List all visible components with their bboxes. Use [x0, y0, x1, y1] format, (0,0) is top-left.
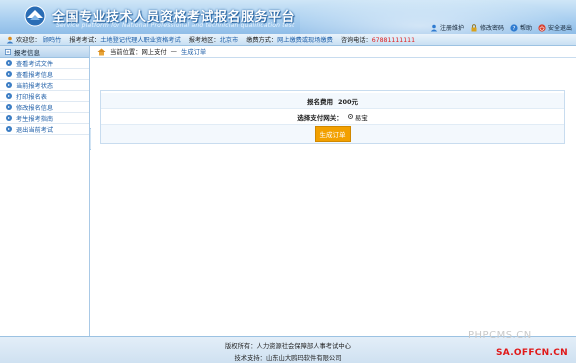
sidebar-item-label: 打印报名表	[16, 93, 47, 101]
sidebar-item-print-form[interactable]: 打印报名表	[0, 91, 89, 102]
sidebar-item-label: 退出当前考试	[16, 126, 54, 134]
fee-label: 报名费用	[306, 97, 333, 106]
breadcrumb-current[interactable]: 生成订单	[181, 47, 206, 56]
fee-mode-value: 网上缴费或现场缴费	[277, 37, 333, 44]
svg-text:?: ?	[513, 26, 516, 32]
register-maintain-label: 注册维护	[439, 25, 464, 32]
header-tools: 注册维护 修改密码 ? 帮助 安全退出	[430, 23, 572, 32]
change-password-link[interactable]: 修改密码	[470, 23, 504, 32]
main-content: 当前位置：网上支付 — 生成订单 报名费用 200元 选择支付网关： 易宝 生成…	[91, 46, 576, 336]
sidebar-item-label: 考生报考指南	[16, 115, 54, 123]
site-subtitle: Service platform for National Profession…	[56, 22, 295, 29]
generate-order-button[interactable]: 生成订单	[314, 126, 351, 142]
logout-link[interactable]: 安全退出	[538, 23, 572, 32]
power-icon	[538, 23, 546, 32]
fee-mode-label: 缴费方式：	[246, 37, 278, 44]
user-edit-icon	[430, 24, 438, 31]
user-icon	[6, 36, 14, 43]
sidebar-item-edit-registration[interactable]: 修改报名信息	[0, 102, 89, 113]
help-link[interactable]: ? 帮助	[510, 23, 532, 32]
gateway-row: 选择支付网关： 易宝	[101, 109, 564, 125]
sidebar-header[interactable]: 报考信息	[0, 46, 89, 58]
fee-value: 200元	[337, 97, 359, 106]
sidebar-item-label: 当前报考状态	[16, 82, 54, 90]
logo-icon	[24, 5, 46, 27]
gateway-radio-yeepay[interactable]: 易宝	[347, 112, 368, 122]
gateway-option-label: 易宝	[354, 113, 368, 122]
arrow-bullet-icon	[6, 60, 12, 66]
help-icon: ?	[510, 23, 518, 32]
arrow-bullet-icon	[6, 104, 12, 110]
sidebar-menu: 查看考试文件 查看报考信息 当前报考状态 打印报名表 修改报名信息 考生报考指南…	[0, 58, 89, 135]
register-maintain-link[interactable]: 注册维护	[430, 23, 464, 32]
region-value: 北京市	[219, 37, 239, 44]
gateway-label: 选择支付网关：	[297, 113, 343, 122]
arrow-bullet-icon	[6, 126, 12, 132]
order-panel: 报名费用 200元 选择支付网关： 易宝 生成订单	[100, 90, 565, 144]
sidebar-item-registration-status[interactable]: 当前报考状态	[0, 80, 89, 91]
sidebar-item-label: 修改报名信息	[16, 104, 54, 112]
arrow-bullet-icon	[6, 82, 12, 88]
phone-label: 咨询电话：	[340, 37, 372, 44]
exam-label: 报考考试：	[69, 37, 101, 44]
change-password-label: 修改密码	[479, 25, 504, 32]
sidebar-item-candidate-guide[interactable]: 考生报考指南	[0, 113, 89, 124]
breadcrumb-separator: —	[170, 48, 177, 55]
arrow-bullet-icon	[6, 71, 12, 77]
site-header: 全国专业技术人员资格考试报名服务平台 Service platform for …	[0, 0, 576, 34]
welcome-user: 顾鸣竹	[42, 37, 62, 44]
minus-box-icon	[5, 48, 11, 55]
footer-copyright: 版权所有：人力资源社会保障部人事考试中心	[225, 343, 351, 350]
sidebar-item-label: 查看考试文件	[16, 60, 54, 68]
region-label: 报考地区：	[188, 37, 220, 44]
breadcrumb: 当前位置：网上支付 — 生成订单	[91, 46, 576, 58]
radio-selected-icon	[347, 114, 353, 119]
arrow-bullet-icon	[6, 115, 12, 121]
breadcrumb-location: 当前位置：网上支付	[110, 49, 167, 56]
exam-value: 土地登记代理人职业资格考试	[100, 37, 181, 44]
phone-value: 67881111111	[371, 37, 416, 44]
lock-icon	[471, 23, 477, 31]
welcome-label: 欢迎您：	[16, 37, 41, 44]
help-label: 帮助	[519, 25, 532, 32]
arrow-bullet-icon	[6, 93, 12, 99]
footer-support: 技术支持：山东山大鸥玛软件有限公司	[234, 355, 342, 362]
user-info-bar: 欢迎您： 顾鸣竹 报考考试：土地登记代理人职业资格考试 报考地区：北京市 缴费方式…	[0, 34, 576, 46]
watermark-phpcms: PHPCMS.CN	[468, 330, 532, 341]
sidebar-item-view-exam-files[interactable]: 查看考试文件	[0, 58, 89, 69]
sidebar-header-label: 报考信息	[14, 48, 40, 57]
home-icon	[97, 48, 106, 55]
sidebar-item-view-registration-info[interactable]: 查看报考信息	[0, 69, 89, 80]
logout-label: 安全退出	[547, 25, 572, 32]
sidebar-item-label: 查看报考信息	[16, 71, 54, 79]
submit-row: 生成订单	[101, 125, 564, 143]
sidebar: 报考信息 查看考试文件 查看报考信息 当前报考状态 打印报名表 修改报名信息 考…	[0, 46, 90, 336]
watermark-offcn: SA.OFFCN.CN	[496, 348, 568, 358]
sidebar-item-exit-exam[interactable]: 退出当前考试	[0, 124, 89, 135]
fee-row: 报名费用 200元	[101, 93, 564, 109]
